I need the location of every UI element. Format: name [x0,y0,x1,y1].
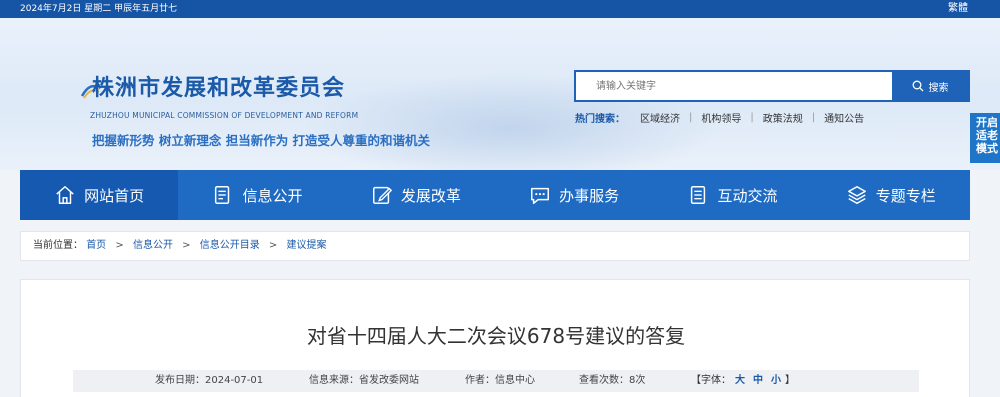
breadcrumb-link-home[interactable]: 首页 [86,240,106,251]
search-input[interactable] [576,72,892,100]
hot-search-label: 热门搜索： [575,114,625,125]
breadcrumb-separator: > [268,240,278,251]
search-button-label: 搜索 [928,82,949,94]
view-count: 查看次数：8次 [579,375,646,386]
breadcrumb: 当前位置： 首页 > 信息公开 > 信息公开目录 > 建议提案 [20,231,970,261]
nav-item-label: 发展改革 [400,186,461,205]
article-meta: 发布日期：2024-07-01 信息来源：省发改委网站 作者：信息中心 查看次数… [73,370,919,392]
breadcrumb-separator: > [115,240,124,251]
site-header: 株洲市发展和改革委员会 ZHUZHOU MUNICIPAL COMMISSION… [0,18,1000,170]
nav-item-label: 专题专栏 [875,186,936,205]
traditional-chinese-link[interactable]: 繁體 [948,0,968,18]
site-title[interactable]: 株洲市发展和改革委员会 [92,70,345,102]
nav-item-label: 互动交流 [717,186,778,205]
font-size-label: 【字体： [691,375,731,386]
font-large-button[interactable]: 大 [735,375,745,386]
chat-icon [531,187,550,204]
article-title: 对省十四届人大二次会议678号建议的答复 [306,324,686,348]
hot-search-item[interactable]: 区域经济 [631,110,689,125]
nav-item-label: 信息公开 [242,186,303,205]
home-icon [56,186,74,204]
nav-item-label: 办事服务 [559,186,620,205]
edit-icon [372,186,392,204]
current-date: 2024年7月2日 星期二 甲辰年五月廿七 [20,4,178,14]
search-box: 搜索 [574,70,970,102]
hot-search-item[interactable]: 机构领导 [692,110,750,125]
site-title-english: ZHUZHOU MUNICIPAL COMMISSION OF DEVELOPM… [90,111,359,120]
font-size-control: 【字体： 大中小】 [691,370,795,392]
nav-item-development-reform[interactable]: 发展改革 [337,170,495,220]
article-card: 对省十四届人大二次会议678号建议的答复 发布日期：2024-07-01 信息来… [20,279,970,397]
breadcrumb-link-proposals[interactable]: 建议提案 [286,240,326,251]
nav-item-services[interactable]: 办事服务 [495,170,653,220]
notepad-icon [691,186,706,204]
publish-date: 发布日期：2024-07-01 [155,375,264,386]
breadcrumb-link-info-catalog[interactable]: 信息公开目录 [200,240,260,251]
elder-mode-button[interactable]: 开启 适老 模式 [970,113,1000,163]
search-button[interactable]: 搜索 [892,72,968,100]
nav-item-special-topics[interactable]: 专题专栏 [812,170,970,220]
hot-searches: 热门搜索： 区域经济 | 机构领导 | 政策法规 | 通知公告 [575,110,873,125]
layers-icon [847,186,866,205]
site-slogan: 把握新形势 树立新理念 担当新作为 打造受人尊重的和谐机关 [92,133,431,148]
search-icon [912,80,923,92]
hot-search-item[interactable]: 通知公告 [815,110,873,125]
font-medium-button[interactable]: 中 [753,375,763,386]
font-size-bracket: 】 [785,375,795,386]
nav-item-info-disclosure[interactable]: 信息公开 [178,170,336,220]
font-small-button[interactable]: 小 [771,375,781,386]
nav-item-home[interactable]: 网站首页 [20,170,179,220]
info-source: 信息来源：省发改委网站 [309,375,419,386]
top-bar: 2024年7月2日 星期二 甲辰年五月廿七 繁體 [0,0,1000,18]
breadcrumb-link-info-disclosure[interactable]: 信息公开 [133,240,173,251]
nav-item-interaction[interactable]: 互动交流 [653,170,811,220]
main-nav: 网站首页 信息公开 发展改革 办事服务 互动交流 专题专栏 [20,170,970,220]
breadcrumb-separator: > [182,240,191,251]
nav-item-label: 网站首页 [84,186,145,205]
document-list-icon [215,186,230,204]
article-author: 作者：信息中心 [465,375,535,386]
hot-search-item[interactable]: 政策法规 [754,110,812,125]
breadcrumb-label: 当前位置： [33,240,83,251]
